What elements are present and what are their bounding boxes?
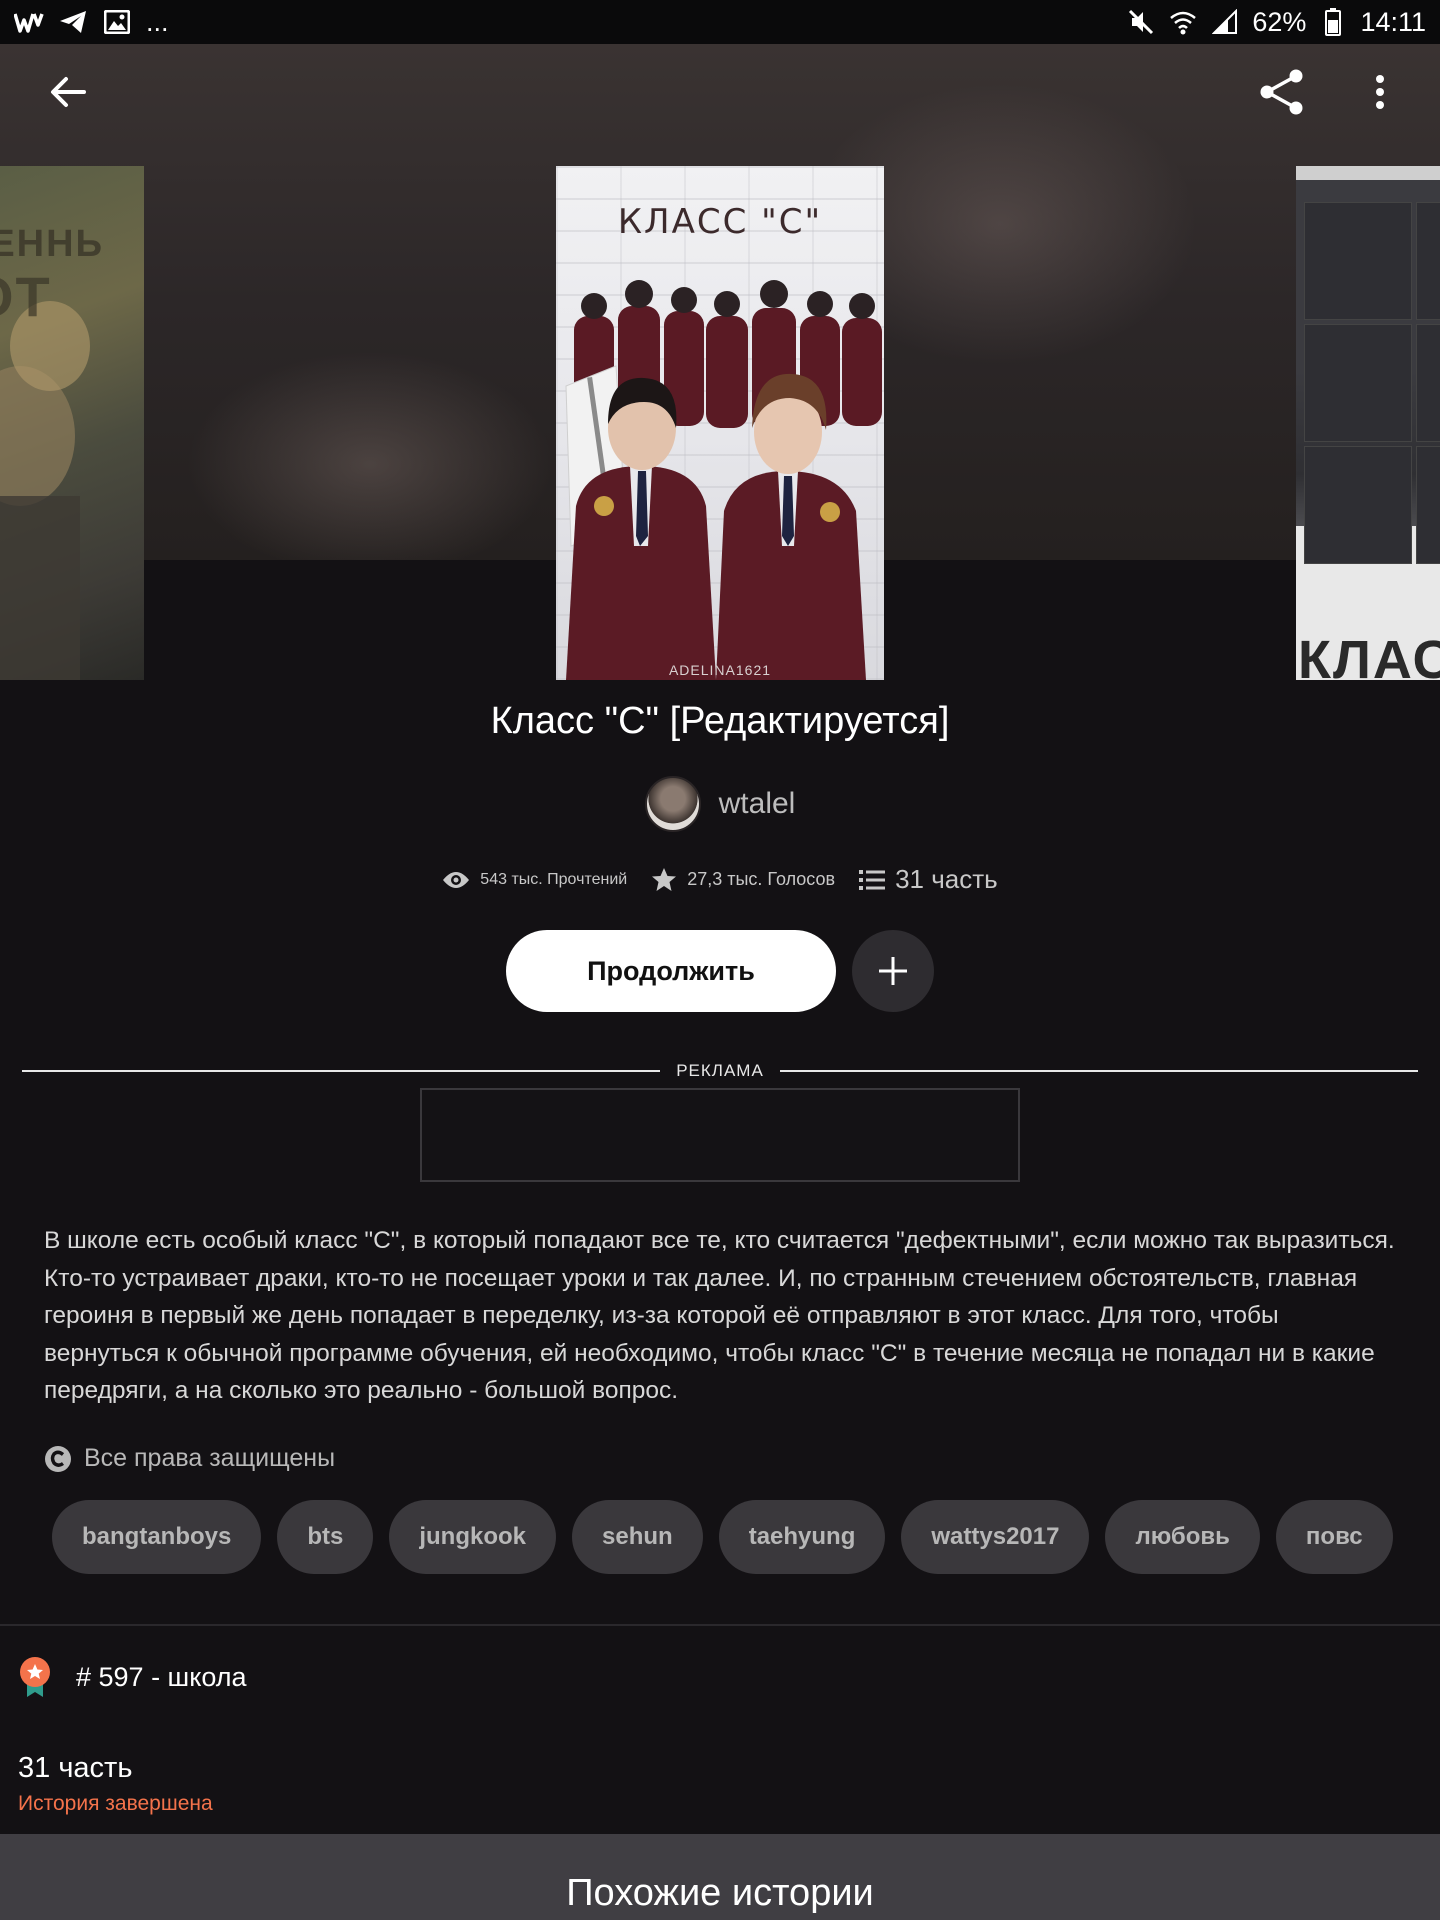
- mute-icon: [1126, 8, 1156, 36]
- signal-icon: [1210, 8, 1240, 36]
- share-button[interactable]: [1250, 60, 1314, 124]
- more-options-button[interactable]: [1348, 60, 1412, 124]
- tag-chip[interactable]: wattys2017: [901, 1500, 1090, 1574]
- wifi-icon: [1168, 8, 1198, 36]
- parts-total[interactable]: 31 часть: [18, 1752, 132, 1785]
- arrow-left-icon: [51, 77, 86, 107]
- svg-text:КЛАС: КЛАС: [1298, 630, 1440, 680]
- battery-percent: 62%: [1252, 6, 1307, 37]
- status-bar: ... 62% 14:11: [0, 0, 1440, 44]
- copyright-icon: [45, 1445, 71, 1472]
- similar-stories-section: Похожие истории: [0, 1834, 1440, 1920]
- copyright-row: Все права защищены: [44, 1444, 335, 1473]
- votes-stat: 27,3 тыс. Голосов: [651, 867, 835, 893]
- telegram-icon: [58, 8, 88, 36]
- tag-chip[interactable]: повс: [1275, 1500, 1393, 1574]
- story-actions: Продолжить: [0, 930, 1440, 1012]
- votes-count: 27,3 тыс. Голосов: [687, 869, 836, 889]
- ranking-badge-icon: [20, 1657, 50, 1697]
- reads-count: 543 тыс. Прочтений: [480, 870, 628, 888]
- tag-chip[interactable]: bangtanboys: [52, 1500, 262, 1574]
- cover-illustration: [565, 280, 882, 680]
- author-name[interactable]: wtalel: [719, 787, 796, 821]
- wattpad-icon: [14, 8, 44, 36]
- previous-story-cover[interactable]: ЙЕННЫЙ ОТ: [0, 166, 144, 680]
- parts-count-label[interactable]: 31 часть: [895, 864, 998, 895]
- copyright-text: Все права защищены: [84, 1444, 336, 1472]
- clock: 14:11: [1360, 6, 1426, 37]
- tag-chip[interactable]: bts: [277, 1500, 374, 1574]
- parts-stat[interactable]: 31 часть: [859, 864, 998, 895]
- next-cover-art: [1304, 202, 1440, 680]
- previous-cover-art: ЙЕННЫЙ ОТ: [0, 196, 142, 680]
- list-icon: [859, 869, 886, 890]
- ranking-text[interactable]: # 597 - школа: [76, 1662, 247, 1693]
- share-icon: [1260, 69, 1303, 115]
- more-vertical-icon: [1376, 75, 1384, 109]
- plus-icon: [879, 957, 907, 985]
- avatar[interactable]: [644, 776, 701, 832]
- story-description: В школе есть особый класс "С", в который…: [44, 1227, 1395, 1404]
- continue-reading-button[interactable]: Продолжить: [506, 930, 836, 1012]
- story-title: Класс "С" [Редактируется]: [490, 700, 950, 742]
- system-icons: 62% 14:11: [1126, 7, 1426, 38]
- tag-chip[interactable]: jungkook: [389, 1500, 557, 1574]
- tag-chip[interactable]: sehun: [572, 1500, 703, 1574]
- ad-divider: РЕКЛАМА: [22, 1060, 1419, 1082]
- ad-label: РЕКЛАМА: [676, 1061, 764, 1080]
- reads-stat: 543 тыс. Прочтений: [442, 870, 627, 890]
- story-status: История завершена: [18, 1792, 213, 1815]
- ad-divider-line-right: [779, 1070, 1419, 1072]
- gallery-icon: [102, 8, 132, 36]
- next-story-cover[interactable]: КЛАС: [1296, 166, 1440, 680]
- story-cover[interactable]: КЛАСС "С" ADELINA1621: [556, 166, 884, 680]
- author-link[interactable]: wtalel: [0, 776, 1440, 832]
- notification-icons: ...: [14, 7, 169, 38]
- battery-icon: [1318, 8, 1348, 36]
- ad-banner[interactable]: [420, 1088, 1020, 1182]
- ad-divider-line-left: [22, 1070, 661, 1072]
- tag-list: bangtanboys bts jungkook sehun taehyung …: [52, 1500, 1410, 1576]
- star-icon: [652, 867, 677, 891]
- similar-stories-title: Похожие истории: [566, 1872, 874, 1914]
- eye-icon: [443, 871, 470, 888]
- more-notifications: ...: [146, 6, 169, 37]
- tag-chip[interactable]: taehyung: [718, 1500, 886, 1574]
- section-divider: [0, 1624, 1440, 1626]
- story-details-screen: ... 62% 14:11 ЕННЫ Т КЛАС КЛАСС "С" ADEL…: [0, 0, 1440, 1920]
- next-cover-lettering: КЛАС: [1298, 616, 1440, 680]
- tag-chip[interactable]: любовь: [1105, 1500, 1260, 1574]
- svg-text:ОТ: ОТ: [0, 265, 52, 328]
- add-to-library-button[interactable]: [852, 930, 934, 1012]
- back-button[interactable]: [36, 60, 100, 124]
- story-stats: 543 тыс. Прочтений 27,3 тыс. Голосов 31 …: [0, 864, 1440, 895]
- svg-text:ЙЕННЫЙ: ЙЕННЫЙ: [0, 220, 104, 265]
- cover-credit: ADELINA1621: [668, 662, 772, 678]
- ranking-row[interactable]: # 597 - школа: [18, 1656, 247, 1698]
